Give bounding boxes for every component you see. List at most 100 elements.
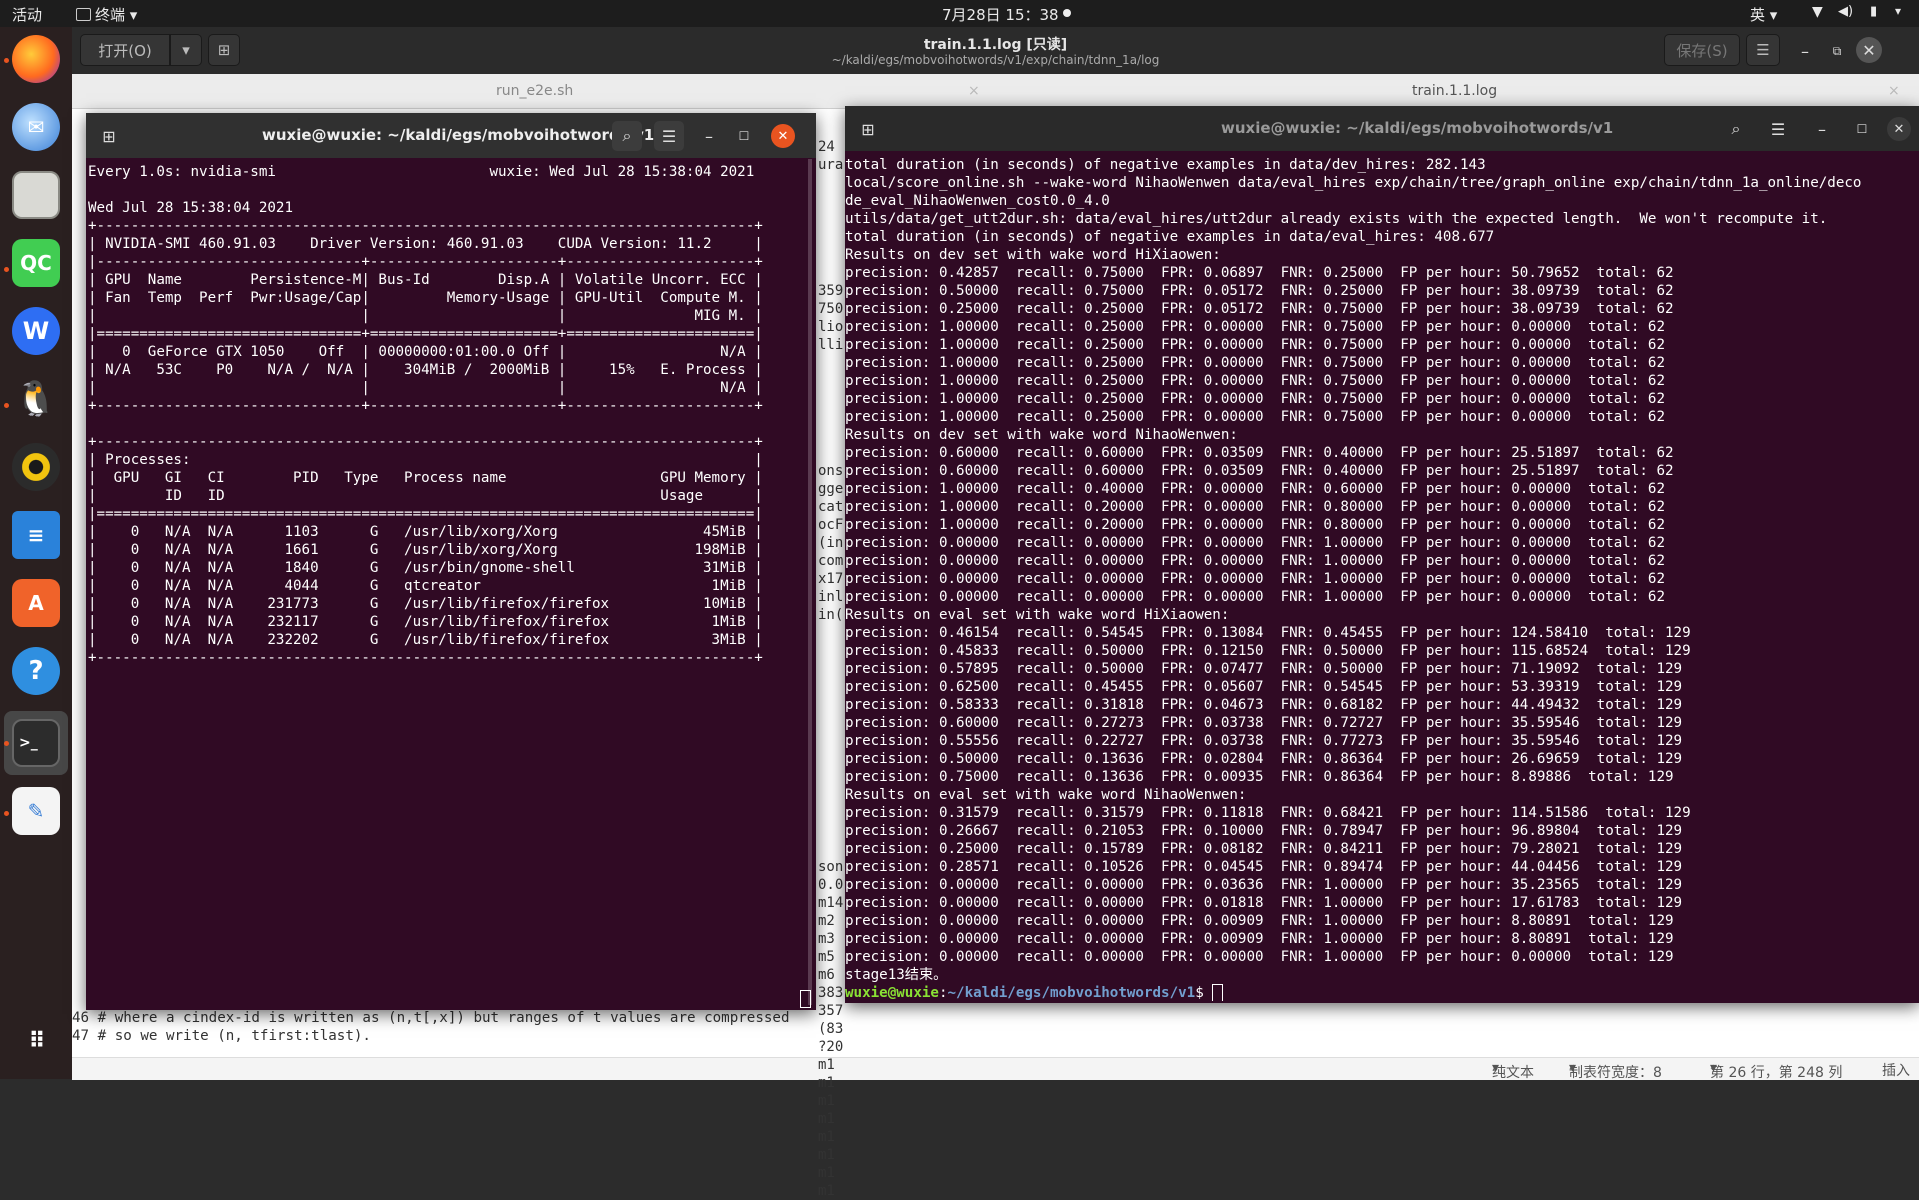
app-menu-label: 终端 [95,6,126,24]
close-button[interactable]: ✕ [1887,117,1911,141]
terminal-line: | | | N/A | [88,380,763,396]
activities-button[interactable]: 活动 [12,4,42,25]
peek-line [818,786,844,804]
terminal-line: +-------------------------------+-------… [88,398,763,414]
terminal-line: Results on eval set with wake word Nihao… [845,787,1247,803]
new-tab-button[interactable]: ⊞ [853,114,883,144]
files-icon[interactable] [12,171,60,219]
terminal-line: precision: 0.26667 recall: 0.21053 FPR: … [845,823,1683,839]
tab-train-log[interactable]: train.1.1.log [1412,83,1497,99]
app-menu[interactable]: 终端 ▾ [76,4,137,25]
tab-width-selector[interactable]: 制表符宽度：8 ▾ [1569,1060,1662,1081]
editor-text[interactable]: 46 # where a cindex-id is written as (n,… [72,1009,1919,1045]
terminal-line: total duration (in seconds) of negative … [845,229,1495,245]
wifi-icon[interactable]: ▼ [1812,4,1823,20]
peek-line [818,822,844,840]
terminal-line: Results on eval set with wake word HiXia… [845,607,1230,623]
input-method-menu[interactable]: 英 ▾ [1750,4,1777,25]
wps-icon[interactable]: W [12,307,60,355]
terminal-line: precision: 0.45833 recall: 0.50000 FPR: … [845,643,1691,659]
maximize-button[interactable]: ☐ [729,121,759,151]
prompt-path: ~/kaldi/egs/mobvoihotwords/v1 [947,985,1196,1001]
battery-icon[interactable]: ▮ [1870,4,1877,19]
text-editor-icon[interactable]: ✎ [12,787,60,835]
app-grid-icon[interactable]: ⠿ [12,1017,60,1065]
terminal-line: precision: 0.00000 recall: 0.00000 FPR: … [845,589,1665,605]
rhythmbox-icon[interactable] [12,443,60,491]
system-menu-chevron-icon[interactable]: ▾ [1895,4,1901,18]
menu-button[interactable]: ☰ [654,121,684,151]
terminal-line: precision: 0.00000 recall: 0.00000 FPR: … [845,913,1674,929]
scrollbar[interactable] [808,159,812,1005]
terminal-output[interactable]: Every 1.0s: nvidia-smi wuxie: Wed Jul 28… [88,163,808,1003]
terminal-output[interactable]: total duration (in seconds) of negative … [845,156,1917,1001]
search-button[interactable]: ⌕ [612,121,642,151]
insert-mode[interactable]: 插入 [1882,1060,1910,1080]
terminal-line: precision: 0.00000 recall: 0.00000 FPR: … [845,535,1665,551]
peek-line: (83 [818,1021,844,1037]
new-tab-icon: ⊞ [102,126,116,146]
new-tab-button[interactable]: ⊞ [94,121,124,151]
terminal-line: Results on dev set with wake word NihaoW… [845,427,1238,443]
text-editor-headerbar: 打开(O) ▾ ⊞ train.1.1.log [只读] ~/kaldi/egs… [72,27,1919,74]
close-button[interactable]: ✕ [1856,37,1882,63]
volume-icon[interactable]: ◀) [1838,4,1853,19]
terminal-line: precision: 1.00000 recall: 0.25000 FPR: … [845,355,1665,371]
terminal-line: precision: 0.57895 recall: 0.50000 FPR: … [845,661,1683,677]
peek-line: cat [818,499,844,515]
maximize-button[interactable]: ⧉ [1822,36,1852,66]
terminal-line: precision: 1.00000 recall: 0.20000 FPR: … [845,499,1665,515]
menu-button[interactable]: ☰ [1763,114,1793,144]
terminal-headerbar: ⊞ wuxie@wuxie: ~/kaldi/egs/mobvoihotword… [86,113,816,158]
peek-line: m6 [818,967,835,983]
peek-line: x17 [818,571,844,587]
terminal-line: precision: 0.31579 recall: 0.31579 FPR: … [845,805,1691,821]
tab-run-e2e[interactable]: run_e2e.sh [496,83,573,99]
help-icon[interactable]: ? [12,647,60,695]
search-button[interactable]: ⌕ [1721,114,1751,144]
writer-icon[interactable]: ≡ [12,511,60,559]
peek-line [818,750,844,768]
peek-line: m1 [818,1075,835,1091]
peek-line: lli [818,337,844,353]
peek-line: (in [818,535,844,551]
prompt-separator: : [938,985,948,1001]
terminal-line: |-------------------------------+-------… [88,254,763,270]
minimize-button[interactable]: – [1807,114,1837,144]
cursor-position[interactable]: 第 26 行，第 248 列 ▾ [1710,1060,1842,1081]
peek-line [818,678,844,696]
menu-button[interactable]: ☰ [1746,34,1780,66]
terminal-line: | 0 N/A N/A 4044 G qtcreator 1MiB | [88,578,763,594]
terminal-cursor [1212,984,1224,1001]
qtcreator-icon[interactable]: QC [12,239,60,287]
terminal-line: precision: 0.00000 recall: 0.00000 FPR: … [845,571,1665,587]
peek-line [818,642,844,660]
peek-line: m1 [818,1129,835,1145]
prompt-line[interactable]: wuxie@wuxie:~/kaldi/egs/mobvoihotwords/v… [845,984,1917,1001]
peek-line: m1 [818,1111,835,1127]
peek-line [818,372,844,390]
terminal-line: precision: 0.00000 recall: 0.00000 FPR: … [845,949,1674,965]
peek-line: 0.0 [818,877,844,893]
qq-icon[interactable]: 🐧 [12,375,60,423]
terminal-line: precision: 0.00000 recall: 0.00000 FPR: … [845,931,1674,947]
save-button[interactable]: 保存(S) [1664,34,1740,66]
prompt-dollar: $ [1195,985,1213,1001]
software-icon[interactable]: A [12,579,60,627]
maximize-button[interactable]: ☐ [1847,114,1877,144]
minimize-button[interactable]: – [694,121,724,151]
terminal-icon[interactable]: >_ [12,719,60,767]
hamburger-icon: ☰ [1770,119,1786,139]
tab-close-icon[interactable]: × [968,83,980,99]
firefox-icon[interactable] [12,35,60,83]
tab-close-icon[interactable]: × [1888,83,1900,99]
peek-line [818,696,844,714]
close-button[interactable]: ✕ [771,124,795,148]
minimize-button[interactable]: – [1790,36,1820,66]
terminal-line: | 0 GeForce GTX 1050 Off | 00000000:01:0… [88,344,763,360]
editor-text-peek: 24 ura 359 750 lio lli ons gge cat ocF (in com x17… [818,138,844,1200]
clock[interactable]: 7月28日 15：38 [942,4,1059,25]
thunderbird-icon[interactable]: ✉ [12,103,60,151]
terminal-line: Results on dev set with wake word HiXiao… [845,247,1221,263]
language-selector[interactable]: 纯文本 ▾ [1492,1060,1534,1081]
